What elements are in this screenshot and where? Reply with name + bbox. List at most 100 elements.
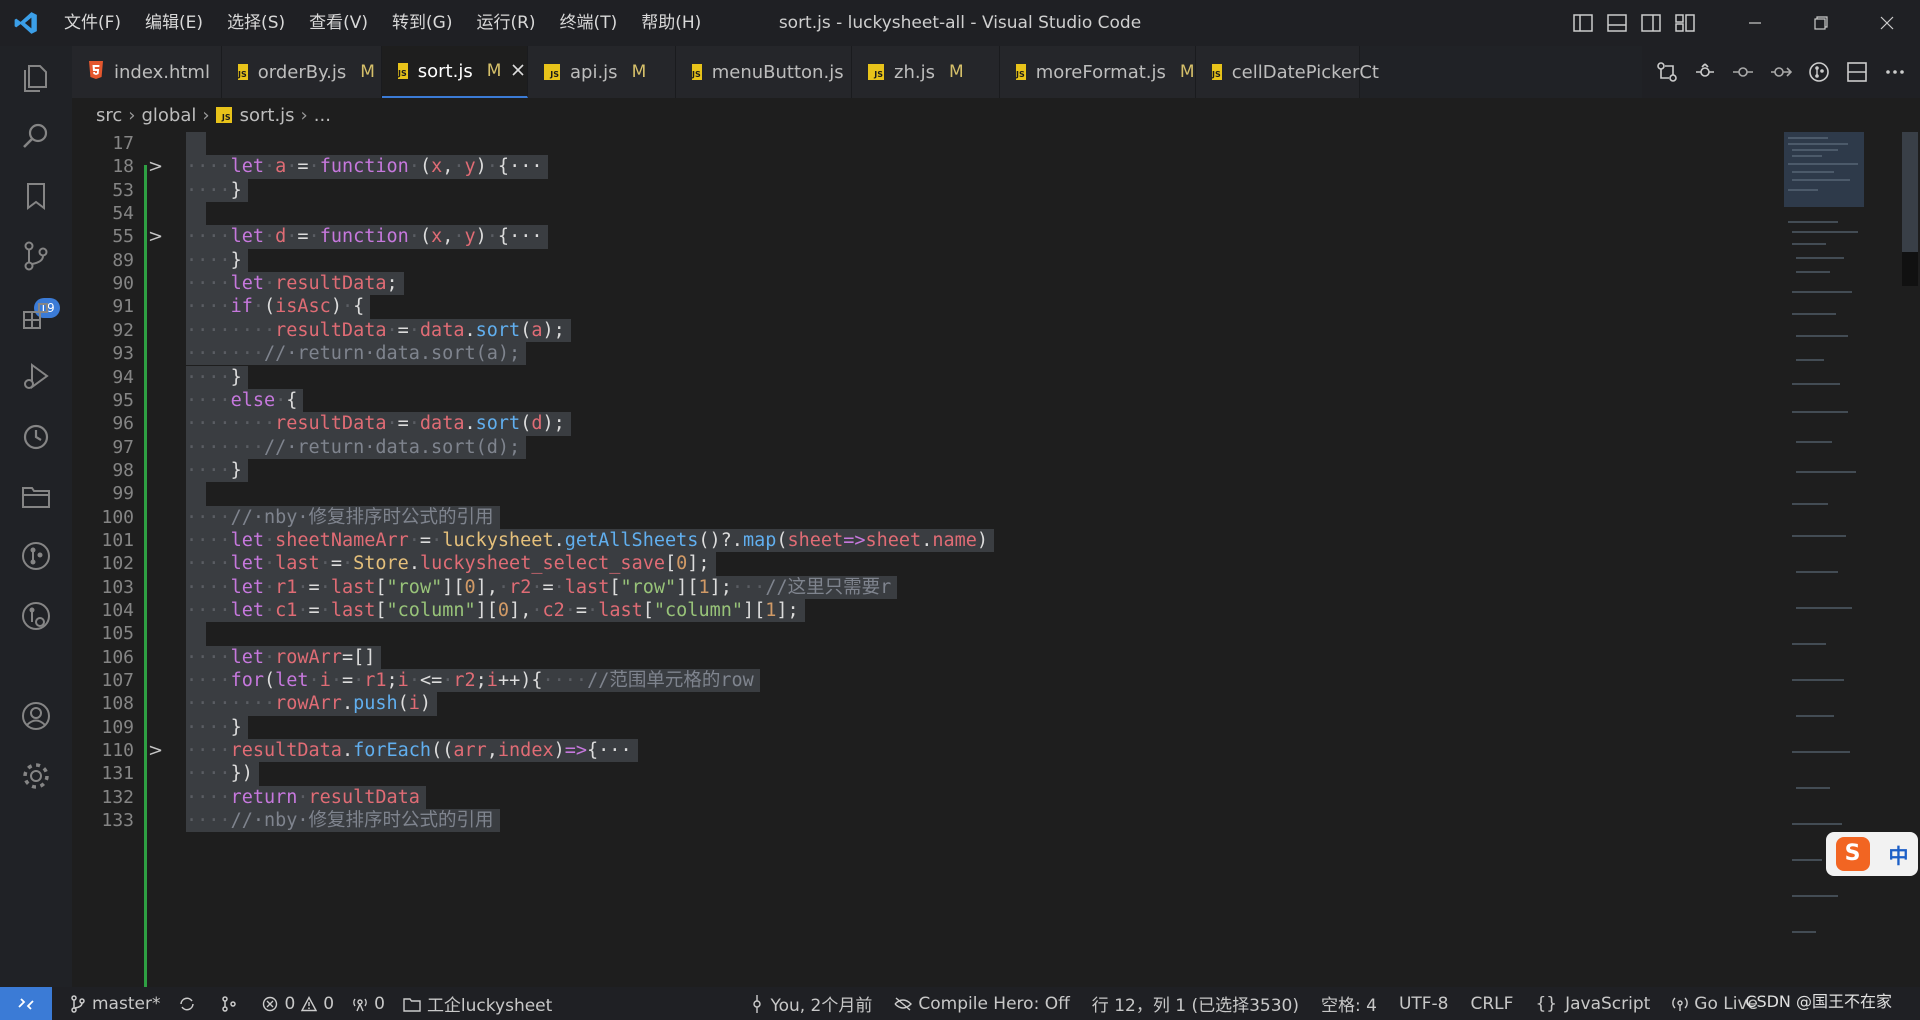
code-line[interactable]: 95 ····else·{ (72, 388, 1778, 413)
workspace-folder[interactable]: 工企luckysheet (403, 991, 552, 1016)
code-line[interactable]: 131 ····}) (72, 762, 1778, 786)
git-graph-status-icon[interactable] (220, 995, 244, 1013)
code-token: · (297, 786, 309, 808)
settings-gear-icon[interactable] (0, 746, 72, 806)
language-mode[interactable]: {} JavaScript (1535, 994, 1650, 1014)
code-line[interactable]: 53 ····} (72, 178, 1778, 203)
account-icon[interactable] (0, 686, 72, 746)
timeline-icon[interactable] (0, 406, 72, 466)
code-editor[interactable]: 17 18 > ····let·a·=·function·(x,·y)·{··· 53 ·… (72, 132, 1778, 987)
menu-item[interactable]: 选择(S) (215, 0, 297, 46)
search-icon[interactable] (0, 106, 72, 166)
cursor-position[interactable]: 行 12，列 1 (已选择3530) (1092, 991, 1299, 1016)
code-line[interactable]: 106 ····let·rowArr=[] (72, 645, 1778, 670)
minimize-button[interactable] (1722, 0, 1788, 46)
menu-item[interactable]: 运行(R) (464, 0, 547, 46)
code-line[interactable]: 108 ········rowArr.push(i) (72, 692, 1778, 716)
menu-item[interactable]: 文件(F) (52, 0, 133, 46)
breadcrumb-segment[interactable]: sort.js (240, 105, 295, 126)
explorer-icon[interactable] (0, 46, 72, 106)
code-line[interactable]: 107 ····for(let·i·=·r1;i·<=·r2;i++){····/… (72, 669, 1778, 693)
toggle-primary-sidebar-icon[interactable] (1566, 0, 1600, 46)
indentation[interactable]: 空格: 4 (1321, 991, 1377, 1016)
code-line[interactable]: 101 ····let·sheetNameArr·=·luckysheet.get… (72, 528, 1778, 553)
fold-chevron-icon[interactable]: > (148, 225, 163, 248)
ime-indicator[interactable]: S 中 (1826, 832, 1918, 876)
tab-zh-js[interactable]: JS zh.js M (852, 46, 1000, 98)
split-editor-icon[interactable] (1838, 46, 1876, 98)
close-window-button[interactable] (1854, 0, 1920, 46)
code-line[interactable]: 91 ····if·(isAsc)·{ (72, 295, 1778, 319)
code-line[interactable]: 97 ·······//·return·data.sort(d); (72, 435, 1778, 459)
menu-item[interactable]: 帮助(H) (629, 0, 713, 46)
code-line[interactable]: 132 ····return·resultData (72, 785, 1778, 810)
code-line[interactable]: 133 ····//·nby·修复排序时公式的引用 (72, 809, 1778, 833)
menu-item[interactable]: 编辑(E) (133, 0, 215, 46)
code-line[interactable]: 18 > ····let·a·=·function·(x,·y)·{··· (72, 155, 1778, 179)
breadcrumb-segment[interactable]: global (141, 105, 196, 126)
git-commit-icon[interactable] (1724, 46, 1762, 98)
git-graph-icon[interactable] (0, 526, 72, 586)
encoding[interactable]: UTF-8 (1399, 994, 1449, 1014)
code-token: rowArr (275, 646, 342, 668)
bookmark-icon[interactable] (0, 166, 72, 226)
blame-status[interactable]: You, 2个月前 (750, 991, 872, 1016)
code-line[interactable]: 103 ····let·r1·=·last["row"][0],·r2·=·las… (72, 575, 1778, 599)
code-line[interactable]: 98 ····} (72, 458, 1778, 483)
sync-icon[interactable] (178, 995, 202, 1013)
folder-icon[interactable] (0, 466, 72, 526)
remote-indicator-icon[interactable] (0, 987, 52, 1020)
git-history-icon[interactable] (0, 586, 72, 646)
line-number: 90 (112, 273, 134, 295)
tab-orderby-js[interactable]: JS orderBy.js M (222, 46, 382, 98)
code-line[interactable]: 100 ····//·nby·修复排序时公式的引用 (72, 505, 1778, 529)
fold-chevron-icon[interactable]: > (148, 739, 163, 762)
code-line[interactable]: 94 ····} (72, 365, 1778, 389)
run-debug-icon[interactable] (0, 346, 72, 406)
code-line[interactable]: 54 (72, 202, 1778, 226)
compile-hero-status[interactable]: Compile Hero: Off (894, 994, 1070, 1014)
more-actions-icon[interactable] (1876, 46, 1914, 98)
menu-item[interactable]: 转到(G) (380, 0, 464, 46)
code-line[interactable]: 99 (72, 482, 1778, 506)
gitlens-icon[interactable] (1800, 46, 1838, 98)
code-line[interactable]: 92 ········resultData·=·data.sort(a); (72, 318, 1778, 343)
code-line[interactable]: 105 (72, 622, 1778, 646)
timeline-compare-icon[interactable] (1686, 46, 1724, 98)
ports-status[interactable]: 0 (352, 994, 385, 1014)
extensions-icon[interactable] (0, 286, 72, 346)
code-line[interactable]: 93 ·······//·return·data.sort(a); (72, 342, 1778, 366)
tab-api-js[interactable]: JS api.js M (528, 46, 676, 98)
menu-item[interactable]: 终端(T) (548, 0, 630, 46)
fold-chevron-icon[interactable]: > (148, 155, 163, 178)
tab-menubutton-js[interactable]: JS menuButton.js (676, 46, 852, 98)
open-changes-icon[interactable] (1648, 46, 1686, 98)
code-line[interactable]: 104 ····let·c1·=·last["column"][0],·c2·=·… (72, 599, 1778, 623)
breadcrumb-segment[interactable]: src (96, 105, 122, 126)
end-of-line[interactable]: CRLF (1471, 994, 1514, 1014)
customize-layout-icon[interactable] (1668, 0, 1702, 46)
breadcrumb-segment[interactable]: ... (314, 105, 331, 126)
code-line[interactable]: 89 ····} (72, 248, 1778, 273)
source-control-icon[interactable] (0, 226, 72, 286)
tab-celldatepickerct[interactable]: JS cellDatePickerCt (1196, 46, 1379, 98)
tab-index-html[interactable]: index.html (72, 46, 222, 98)
code-line[interactable]: 102 ····let·last·=·Store.luckysheet_selec… (72, 552, 1778, 576)
scrollbar-thumb[interactable] (1902, 132, 1918, 252)
tab-moreformat-js[interactable]: JS moreFormat.js M (1000, 46, 1196, 98)
branch-status[interactable]: master* (70, 994, 160, 1014)
code-line[interactable]: 55 > ····let·d·=·function·(x,·y)·{··· (72, 225, 1778, 249)
git-next-icon[interactable] (1762, 46, 1800, 98)
problems-status[interactable]: 0 0 (262, 994, 334, 1014)
menu-item[interactable]: 查看(V) (297, 0, 380, 46)
code-line[interactable]: 110 > ····resultData.forEach((arr,index)=>… (72, 739, 1778, 763)
toggle-panel-icon[interactable] (1600, 0, 1634, 46)
code-line[interactable]: 17 (72, 132, 1778, 156)
code-line[interactable]: 96 ········resultData·=·data.sort(d); (72, 412, 1778, 436)
restore-button[interactable] (1788, 0, 1854, 46)
toggle-secondary-sidebar-icon[interactable] (1634, 0, 1668, 46)
code-line[interactable]: 90 ····let·resultData; (72, 272, 1778, 296)
close-icon[interactable] (511, 61, 525, 82)
code-line[interactable]: 109 ····} (72, 715, 1778, 740)
tab-sort-js[interactable]: JS sort.js M (382, 46, 528, 98)
